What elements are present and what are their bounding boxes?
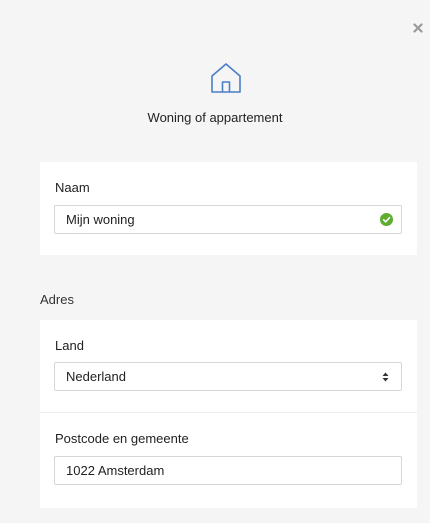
naam-label: Naam <box>55 180 90 195</box>
land-label: Land <box>55 338 84 353</box>
land-select[interactable]: Nederland <box>54 362 402 391</box>
divider <box>40 412 417 413</box>
home-icon <box>211 63 241 93</box>
naam-card: Naam Mijn woning <box>40 162 417 255</box>
edit-property-modal: Woning of appartement Naam Mijn woning A… <box>0 0 430 523</box>
naam-input[interactable]: Mijn woning <box>54 205 402 234</box>
postcode-label: Postcode en gemeente <box>55 431 189 446</box>
adres-section-label: Adres <box>40 292 74 307</box>
adres-card: Land Nederland Postcode en gemeente 1022… <box>40 320 417 508</box>
postcode-input[interactable]: 1022 Amsterdam <box>54 456 402 485</box>
property-type-title: Woning of appartement <box>147 110 283 125</box>
close-icon <box>413 23 423 33</box>
close-button[interactable] <box>410 20 426 36</box>
land-select-value: Nederland <box>66 369 126 384</box>
postcode-input-value: 1022 Amsterdam <box>66 463 165 478</box>
check-circle-icon <box>380 213 393 226</box>
naam-input-value: Mijn woning <box>66 212 135 227</box>
select-arrows-icon <box>382 372 389 382</box>
